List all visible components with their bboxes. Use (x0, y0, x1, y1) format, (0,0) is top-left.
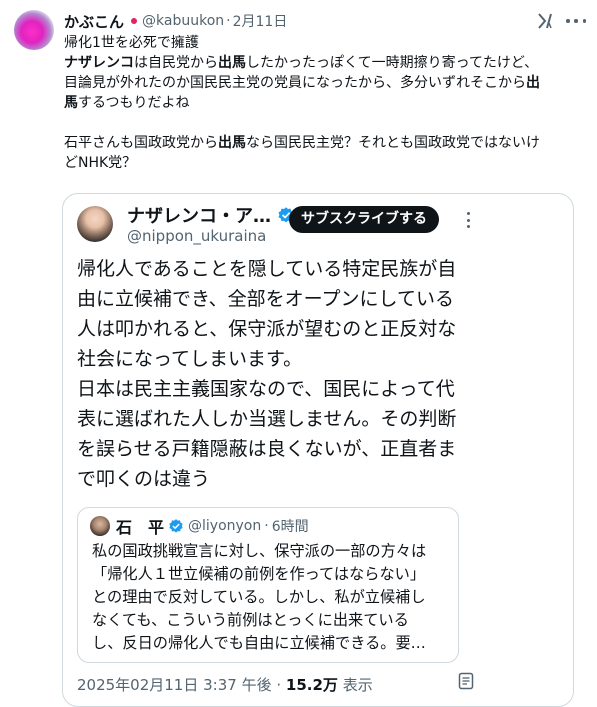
quoted-author-name[interactable]: ナザレンコ・ア… (127, 202, 271, 228)
nested-author-handle[interactable]: @liyonyon (188, 518, 261, 534)
verified-badge-icon (169, 519, 183, 533)
quoted-line: 社会になってしまいます。 (77, 348, 303, 370)
nested-quote-text: 私の国政挑戦宣言に対し、保守派の一部の方々は 「帰化人１世立候補の前例を作っては… (92, 540, 452, 655)
quoted-line: 帰化人であることを隠している特定民族が自 (77, 258, 457, 280)
post-line: 馬するつもりだよね (64, 95, 190, 111)
post-header: かぶこん @kabuukon · 2月11日 (64, 11, 287, 31)
nested-line: なくても、こういう前例はとっくに出来ている (92, 611, 409, 629)
quoted-line: 由に立候補でき、全部をオープンにしている (77, 288, 454, 310)
quoted-more-icon[interactable] (467, 212, 471, 228)
subscribe-button[interactable]: サブスクライブする (289, 206, 439, 233)
author-handle[interactable]: @kabuukon (142, 13, 224, 29)
quoted-line: 表に選ばれた人しか当選しません。その判断 (77, 408, 457, 430)
nested-author-name[interactable]: 石 平 (116, 514, 164, 538)
post-line: 目論見が外れたのか国民民主党の党員になったから、多分いずれそこから出 (64, 75, 540, 91)
post-date[interactable]: 2月11日 (233, 11, 288, 31)
quoted-post-text: 帰化人であることを隠している特定民族が自 由に立候補でき、全部をオープンにしてい… (77, 254, 477, 494)
status-dot-icon (131, 18, 138, 24)
separator: · (264, 518, 269, 534)
quoted-post-card[interactable]: ナザレンコ・ア… @nippon_ukuraina サブスクライブする 帰化人で… (62, 193, 574, 707)
nested-line: 「帰化人１世立候補の前例を作ってはならない」 (92, 565, 426, 583)
views-count: 15.2万 (285, 676, 338, 694)
post: かぶこん @kabuukon · 2月11日 帰化1世を必死で擁護 ナザレンコは… (0, 0, 597, 707)
post-line: ナザレンコは自民党から出馬したかったっぽくて一時期擦り寄ってたけど、 (64, 55, 539, 71)
quoted-line: 人は叩かれると、保守派が望むのと正反対な (77, 318, 457, 340)
bookmark-icon[interactable] (458, 672, 474, 690)
quoted-avatar[interactable] (77, 206, 113, 242)
quoted-line: で叩くのは違う (77, 468, 211, 490)
nested-line: し、反日の帰化人でも自由に立候補できる。要… (92, 634, 426, 652)
post-line: どNHK党？ (64, 155, 137, 171)
nested-line: 私の国政挑戦宣言に対し、保守派の一部の方々は (92, 542, 427, 560)
more-icon[interactable] (566, 13, 586, 29)
grok-icon[interactable] (536, 12, 554, 30)
nested-time[interactable]: 6時間 (272, 516, 309, 536)
post-line: 帰化1世を必死で擁護 (64, 35, 199, 51)
quoted-line: を誤らせる戸籍隠蔽は良くないが、正直者ま (77, 438, 457, 460)
views-label: 表示 (342, 676, 373, 694)
quoted-line: 日本は民主主義国家なので、国民によって代 (77, 378, 455, 400)
nested-line: との理由で反対している。しかし、私が立候補し (92, 588, 426, 606)
nested-avatar[interactable] (90, 516, 110, 536)
post-footer: 2025年02月11日 3:37 午後 · 15.2万 表示 (77, 674, 373, 695)
post-text: 帰化1世を必死で擁護 ナザレンコは自民党から出馬したかったっぽくて一時期擦り寄っ… (64, 33, 589, 173)
separator: · (276, 676, 282, 694)
quoted-author-handle[interactable]: @nippon_ukuraina (127, 227, 266, 245)
post-line: 石平さんも国政政党から出馬なら国民民主党？それとも国政政党ではないけ (64, 135, 540, 151)
nested-header: 石 平 @liyonyon · 6時間 (116, 514, 309, 538)
nested-quote-card[interactable]: 石 平 @liyonyon · 6時間 私の国政挑戦宣言に対し、保守派の一部の方… (77, 507, 459, 663)
avatar[interactable] (14, 10, 54, 50)
quoted-author-name-row[interactable]: ナザレンコ・ア… (127, 202, 295, 228)
post-timestamp[interactable]: 2025年02月11日 3:37 午後 (77, 676, 272, 694)
author-name[interactable]: かぶこん (64, 11, 124, 32)
separator: · (226, 13, 231, 29)
